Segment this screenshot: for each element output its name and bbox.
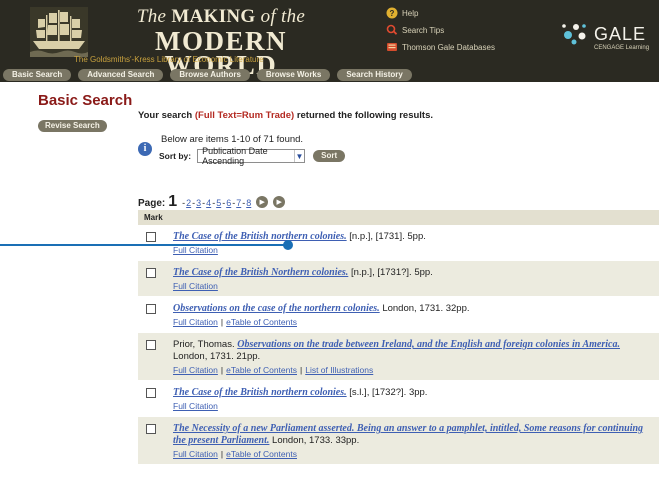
nav-basic-search[interactable]: Basic Search [3, 68, 72, 81]
help-label: Help [402, 8, 419, 18]
databases-label: Thomson Gale Databases [402, 42, 495, 52]
callout-dot [283, 240, 293, 250]
site-subtitle: The Goldsmiths'-Kress Library of Economi… [74, 55, 264, 64]
next-page-icon[interactable]: ▶ [256, 196, 269, 208]
title-caps: MAKING [171, 6, 256, 27]
callout-line [0, 244, 288, 246]
mark-checkbox[interactable] [146, 424, 156, 434]
page-link-6[interactable]: 6 [226, 198, 231, 208]
title-prefix: The [136, 6, 167, 27]
result-publication: [n.p.], [1731]. 5pp. [346, 231, 426, 242]
result-publication: [s.l.], [1732?]. 3pp. [346, 387, 428, 398]
results-summary: Your search (Full Text=Rum Trade) return… [138, 110, 659, 121]
full-citation-link[interactable]: Full Citation [173, 365, 218, 375]
ship-logo-icon [30, 7, 88, 57]
page-link-5[interactable]: 5 [216, 198, 221, 208]
mark-checkbox[interactable] [146, 232, 156, 242]
full-citation-link[interactable]: Full Citation [173, 281, 218, 291]
revise-search-button[interactable]: Revise Search [38, 120, 107, 132]
search-tips-link[interactable]: Search Tips [386, 23, 495, 37]
etable-of-contents-link[interactable]: eTable of Contents [226, 365, 297, 375]
info-icon: i [138, 142, 152, 156]
result-row: The Case of the British northern colonie… [138, 225, 659, 261]
results-outro: returned the following results. [296, 110, 434, 121]
gale-sub: CENGAGE Learning [594, 45, 650, 51]
mark-checkbox[interactable] [146, 304, 156, 314]
result-publication: [n.p.], [1731?]. 5pp. [348, 267, 433, 278]
result-author: Prior, Thomas. [173, 339, 238, 350]
pagination: Page: 1 -2 -3 -4 -5 -6 -7 -8 ▶ ▶ [138, 193, 286, 211]
chevron-down-icon: ▼ [293, 150, 304, 162]
nav-advanced-search[interactable]: Advanced Search [78, 68, 164, 81]
result-row: The Necessity of a new Parliament assert… [138, 417, 659, 465]
result-title-link[interactable]: Observations on the case of the northern… [173, 303, 380, 314]
page-title: Basic Search [38, 92, 133, 109]
result-title-link[interactable]: Observations on the trade between Irelan… [237, 339, 620, 350]
result-title-link[interactable]: The Case of the British Northern colonie… [173, 267, 348, 278]
page-link-4[interactable]: 4 [206, 198, 211, 208]
sort-button[interactable]: Sort [313, 150, 346, 162]
pager-label: Page: [138, 198, 166, 209]
full-citation-link[interactable]: Full Citation [173, 317, 218, 327]
result-publication: London, 1731. 32pp. [379, 303, 470, 314]
nav-browse-works[interactable]: Browse Works [256, 68, 331, 81]
svg-text:?: ? [390, 9, 395, 18]
search-tips-label: Search Tips [402, 25, 445, 35]
mark-checkbox[interactable] [146, 388, 156, 398]
search-tips-icon [386, 24, 398, 35]
result-row: The Case of the British Northern colonie… [138, 261, 659, 297]
nav-browse-authors[interactable]: Browse Authors [170, 68, 250, 81]
etable-of-contents-link[interactable]: eTable of Contents [226, 449, 297, 459]
search-query: (Full Text=Rum Trade) [194, 110, 295, 121]
result-publication: London, 1731. 21pp. [173, 351, 261, 362]
page-link-7[interactable]: 7 [236, 198, 241, 208]
sort-value: Publication Date Ascending [202, 146, 268, 166]
mark-column-header: Mark [138, 210, 659, 225]
results-range: Below are items 1-10 of 71 found. [161, 134, 304, 145]
page-link-8[interactable]: 8 [246, 198, 251, 208]
result-row: Prior, Thomas. Observations on the trade… [138, 333, 659, 381]
list-of-illustrations-link[interactable]: List of Illustrations [305, 365, 373, 375]
results-intro: Your search [138, 110, 193, 121]
title-mid: of the [260, 6, 306, 27]
help-links: ? Help Search Tips Thomson Gale Database… [386, 6, 495, 57]
result-row: Observations on the case of the northern… [138, 297, 659, 333]
help-link[interactable]: ? Help [386, 6, 495, 20]
subtitle-text: The Goldsmiths'-Kress Library of Economi… [74, 55, 264, 64]
nav-search-history[interactable]: Search History [337, 68, 412, 81]
sort-select[interactable]: Publication Date Ascending ▼ [197, 146, 306, 166]
etable-of-contents-link[interactable]: eTable of Contents [226, 317, 297, 327]
gale-mark-icon [562, 24, 586, 45]
full-citation-link[interactable]: Full Citation [173, 245, 218, 255]
databases-icon [387, 43, 397, 51]
site-header: The MAKING of the MODERN WORLD The Golds… [0, 0, 659, 82]
databases-link[interactable]: Thomson Gale Databases [386, 40, 495, 54]
mark-checkbox[interactable] [146, 268, 156, 278]
question-icon: ? [386, 7, 398, 19]
sort-controls: Sort by: Publication Date Ascending ▼ So… [159, 146, 346, 166]
sort-label: Sort by: [159, 151, 192, 161]
page-link-3[interactable]: 3 [196, 198, 201, 208]
result-title-link[interactable]: The Case of the British northern colonie… [173, 231, 347, 242]
result-publication: London, 1733. 33pp. [269, 435, 360, 446]
last-page-icon[interactable]: ▶ [273, 196, 286, 208]
full-citation-link[interactable]: Full Citation [173, 449, 218, 459]
results-list: The Case of the British northern colonie… [138, 225, 659, 465]
result-title-link[interactable]: The Case of the British northern colonie… [173, 387, 347, 398]
current-page: 1 [168, 193, 178, 210]
gale-brand: GALE [594, 24, 647, 44]
result-title-link[interactable]: The Necessity of a new Parliament assert… [173, 423, 643, 446]
full-citation-link[interactable]: Full Citation [173, 401, 218, 411]
page-link-2[interactable]: 2 [186, 198, 191, 208]
mark-checkbox[interactable] [146, 340, 156, 350]
results-panel: Your search (Full Text=Rum Trade) return… [138, 110, 659, 465]
main-nav: Basic Search Advanced Search Browse Auth… [0, 67, 659, 82]
results-info: i Below are items 1-10 of 71 found. Sort… [138, 134, 346, 166]
result-row: The Case of the British northern colonie… [138, 381, 659, 417]
